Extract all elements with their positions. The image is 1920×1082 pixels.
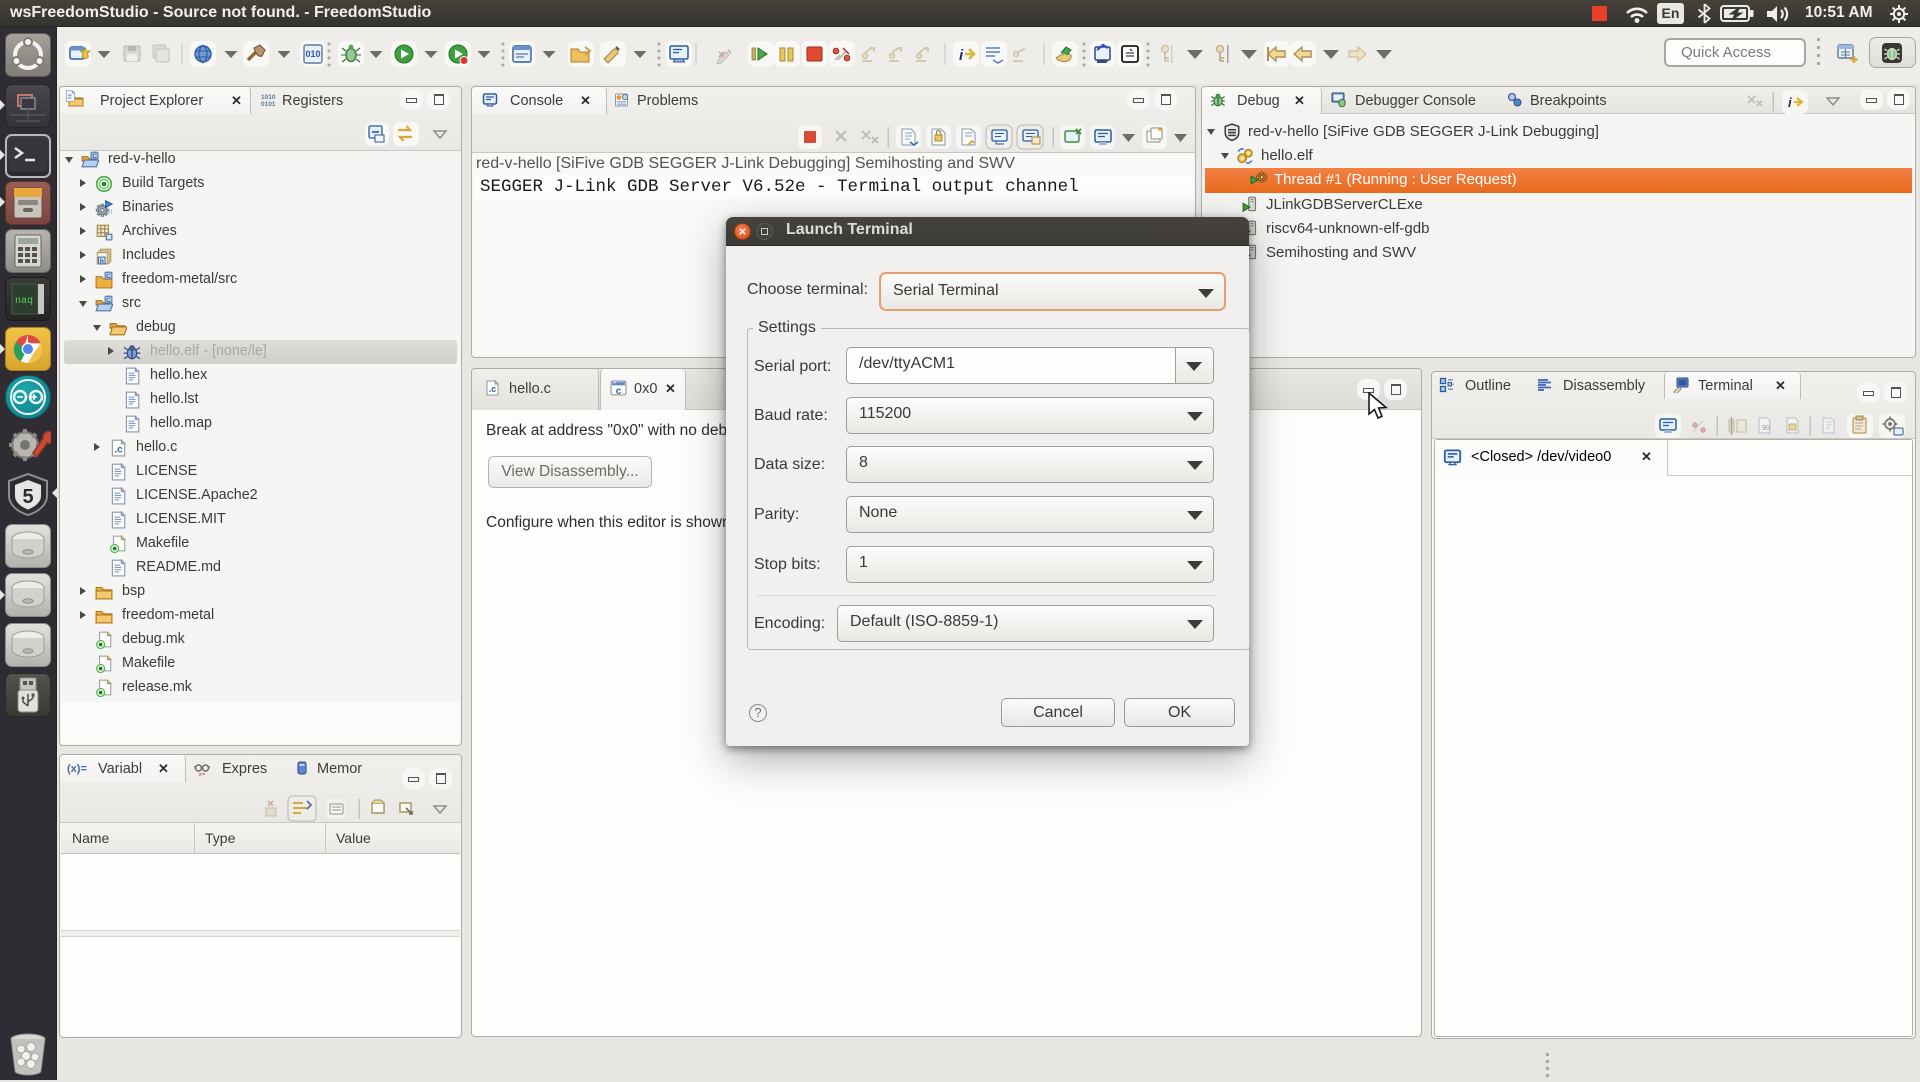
svg-text:i: i <box>1788 95 1792 110</box>
svg-text:naq: naq <box>15 296 33 307</box>
svg-text:5: 5 <box>22 486 33 508</box>
svg-text:010: 010 <box>305 49 320 59</box>
svg-text:90: 90 <box>1762 425 1770 432</box>
